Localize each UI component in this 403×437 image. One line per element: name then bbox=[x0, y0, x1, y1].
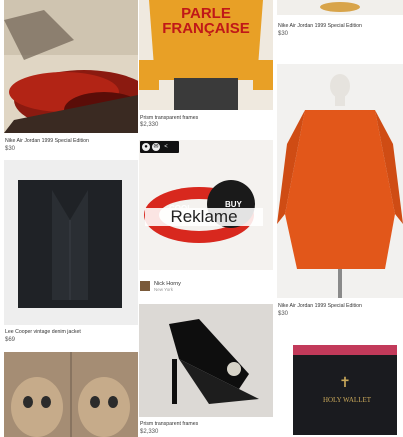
product-title[interactable]: Prism transparent frames bbox=[140, 421, 198, 427]
product-image[interactable] bbox=[277, 64, 403, 298]
sweater-print: PARLE FRANÇAISE bbox=[162, 5, 250, 37]
product-price: $30 bbox=[278, 31, 289, 37]
product-price: $30 bbox=[5, 146, 16, 152]
wallet-print: HOLY WALLET bbox=[322, 396, 372, 404]
share-icon[interactable]: < bbox=[162, 143, 170, 151]
product-image[interactable] bbox=[277, 0, 403, 15]
product-image[interactable] bbox=[4, 352, 138, 437]
ad-toolbar: ● ✉ < bbox=[140, 141, 179, 153]
product-title[interactable]: Nike Air Jordan 1999 Special Edition bbox=[5, 138, 89, 144]
product-image[interactable] bbox=[4, 160, 138, 325]
author-location: New York bbox=[154, 287, 174, 292]
product-title[interactable]: Lee Cooper vintage denim jacket bbox=[5, 329, 81, 335]
circle-icon[interactable]: ● bbox=[142, 143, 150, 151]
ad-image[interactable]: COOL BUY Reklame bbox=[139, 140, 273, 270]
product-price: $2,330 bbox=[140, 429, 159, 435]
product-image[interactable]: PARLE FRANÇAISE bbox=[139, 0, 273, 110]
product-title[interactable]: Nike Air Jordan 1999 Special Edition bbox=[278, 23, 362, 29]
avatar bbox=[140, 281, 150, 291]
product-title[interactable]: Prism transparent frames bbox=[140, 115, 198, 121]
product-price: $30 bbox=[278, 311, 289, 317]
chat-icon[interactable]: ✉ bbox=[152, 143, 160, 151]
ad-author[interactable]: Nick Horny New York bbox=[140, 281, 181, 292]
product-price: $69 bbox=[5, 337, 16, 343]
product-image[interactable]: ✝ HOLY WALLET bbox=[277, 339, 403, 437]
svg-text:✝: ✝ bbox=[339, 376, 351, 391]
product-image[interactable] bbox=[4, 0, 138, 133]
product-price: $2,330 bbox=[140, 122, 159, 128]
product-image[interactable] bbox=[139, 304, 273, 417]
product-title[interactable]: Nike Air Jordan 1999 Special Edition bbox=[278, 303, 362, 309]
ad-reklame-label: Reklame bbox=[145, 208, 263, 226]
